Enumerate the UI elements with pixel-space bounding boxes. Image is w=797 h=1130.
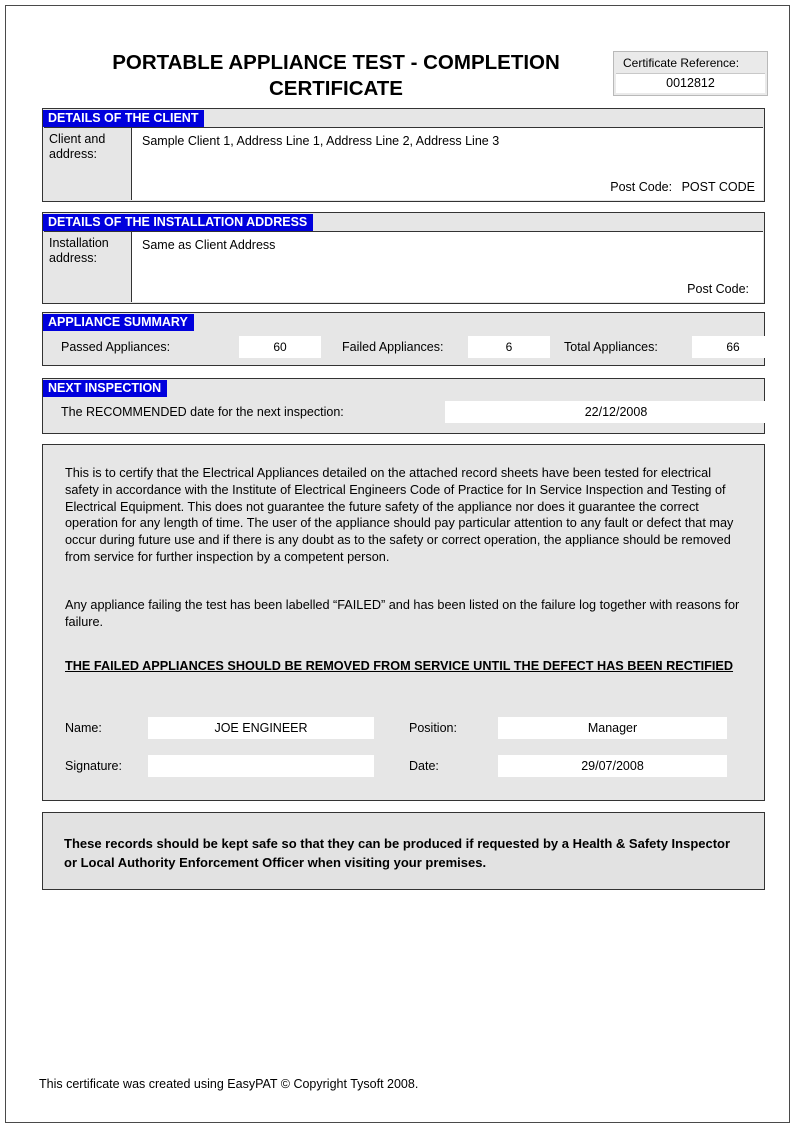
installation-address-heading-label: DETAILS OF THE INSTALLATION ADDRESS [43, 214, 314, 231]
next-inspection-date-value: 22/12/2008 [445, 401, 787, 423]
installation-address-label: Installation address: [44, 232, 132, 302]
failed-appliances-value: 6 [468, 336, 550, 358]
signature-grid: Name: JOE ENGINEER Position: Manager Sig… [43, 717, 764, 787]
client-address-value: Sample Client 1, Address Line 1, Address… [142, 134, 500, 148]
client-details-body: Client and address: Sample Client 1, Add… [44, 127, 763, 200]
failed-appliances-label: Failed Appliances: [342, 340, 444, 354]
date-label: Date: [409, 759, 439, 773]
position-field[interactable]: Manager [498, 717, 727, 739]
certificate-reference-label: Certificate Reference: [623, 56, 740, 70]
passed-appliances-value: 60 [239, 336, 321, 358]
page-title: PORTABLE APPLIANCE TEST - COMPLETION CER… [112, 51, 560, 100]
date-field[interactable]: 29/07/2008 [498, 755, 727, 777]
name-label: Name: [65, 721, 102, 735]
total-appliances-label: Total Appliances: [564, 340, 658, 354]
position-label: Position: [409, 721, 457, 735]
records-notice-panel: These records should be kept safe so tha… [42, 812, 765, 890]
client-details-heading: DETAILS OF THE CLIENT [43, 109, 764, 127]
client-details-panel: DETAILS OF THE CLIENT Client and address… [42, 108, 765, 202]
appliance-summary-heading-label: APPLIANCE SUMMARY [43, 314, 194, 331]
name-field[interactable]: JOE ENGINEER [148, 717, 374, 739]
installation-postcode-label: Post Code: [687, 282, 749, 296]
appliance-summary-panel: APPLIANCE SUMMARY Passed Appliances: 60 … [42, 312, 774, 366]
client-address-label: Client and address: [44, 128, 132, 200]
next-inspection-label: The RECOMMENDED date for the next inspec… [61, 405, 344, 419]
installation-address-value: Same as Client Address [142, 238, 276, 252]
footer-text: This certificate was created using EasyP… [39, 1077, 419, 1091]
signature-field[interactable] [148, 755, 374, 777]
passed-appliances-label: Passed Appliances: [61, 340, 171, 354]
client-address-content: Sample Client 1, Address Line 1, Address… [133, 128, 763, 200]
appliance-summary-body: Passed Appliances: 60 Failed Appliances:… [43, 331, 774, 361]
total-appliances-value: 66 [692, 336, 774, 358]
next-inspection-heading-label: NEXT INSPECTION [43, 380, 168, 397]
client-details-heading-label: DETAILS OF THE CLIENT [43, 110, 205, 127]
client-postcode-value: POST CODE [681, 180, 755, 194]
installation-postcode-row: Post Code: [687, 281, 755, 297]
certificate-reference-value: 0012812 [616, 73, 765, 93]
client-postcode-label: Post Code: [610, 180, 673, 194]
records-notice-text: These records should be kept safe so tha… [64, 836, 731, 870]
failed-appliances-warning: THE FAILED APPLIANCES SHOULD BE REMOVED … [65, 659, 734, 673]
installation-address-panel: DETAILS OF THE INSTALLATION ADDRESS Inst… [42, 212, 765, 304]
certificate-page: PORTABLE APPLIANCE TEST - COMPLETION CER… [5, 5, 790, 1123]
document-header: PORTABLE APPLIANCE TEST - COMPLETION CER… [6, 42, 789, 112]
certification-block: This is to certify that the Electrical A… [42, 444, 765, 801]
next-inspection-body: The RECOMMENDED date for the next inspec… [43, 397, 787, 429]
installation-address-heading: DETAILS OF THE INSTALLATION ADDRESS [43, 213, 764, 231]
next-inspection-panel: NEXT INSPECTION The RECOMMENDED date for… [42, 378, 787, 434]
certification-paragraph-1: This is to certify that the Electrical A… [65, 466, 734, 564]
signature-label: Signature: [65, 759, 122, 773]
appliance-summary-heading: APPLIANCE SUMMARY [43, 313, 764, 331]
installation-address-content: Same as Client Address Post Code: [133, 232, 763, 302]
client-postcode-row: Post Code: POST CODE [610, 179, 755, 195]
installation-address-body: Installation address: Same as Client Add… [44, 231, 763, 302]
certificate-reference-box: Certificate Reference: 0012812 [613, 51, 768, 96]
certification-paragraph-2: Any appliance failing the test has been … [65, 598, 740, 629]
next-inspection-heading: NEXT INSPECTION [43, 379, 764, 397]
